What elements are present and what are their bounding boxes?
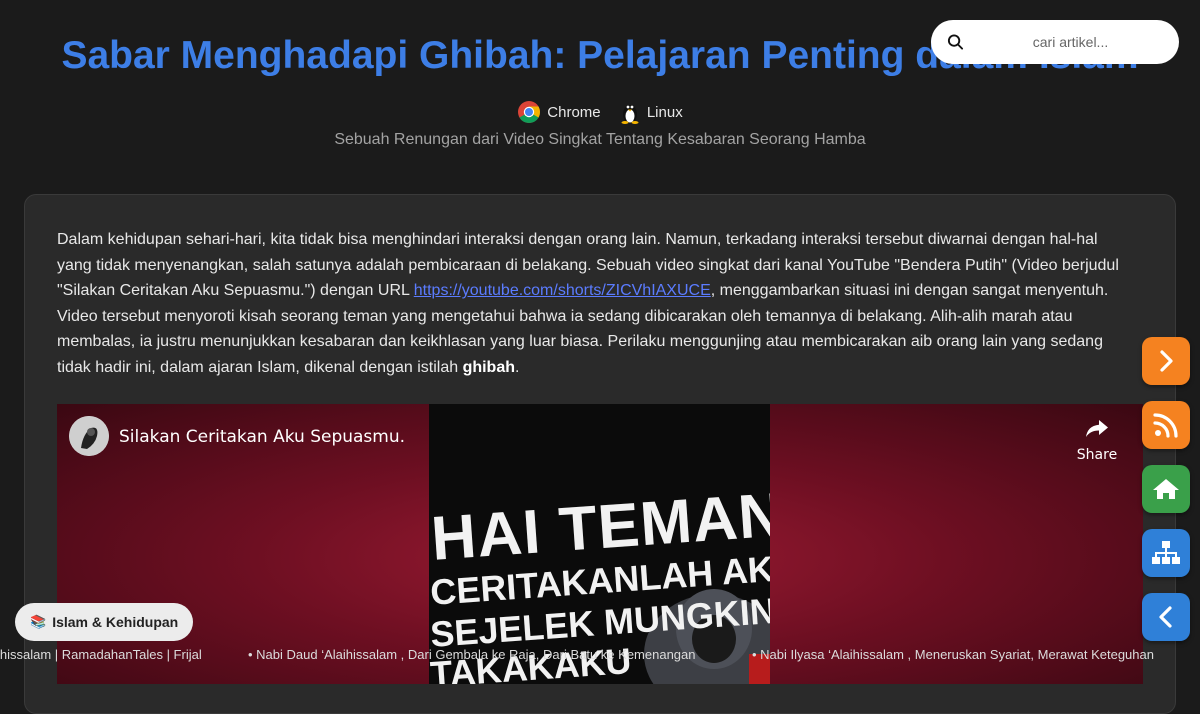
chrome-icon xyxy=(518,101,541,123)
youtube-link[interactable]: https://youtube.com/shorts/ZICVhIAXUCE xyxy=(414,282,711,299)
channel-avatar[interactable] xyxy=(69,416,109,456)
search-icon[interactable] xyxy=(947,33,964,51)
youtube-embed[interactable]: HAI TEMAN CERITAKANLAH AKU SEJELEK MUNGK… xyxy=(57,404,1143,684)
intro-bold-term: ghibah xyxy=(462,358,515,376)
news-ticker: ihissalam | RamadahanTales | Frijal • Na… xyxy=(0,646,1200,664)
search-box[interactable] xyxy=(931,20,1179,64)
page-subtitle: Sebuah Renungan dari Video Singkat Tenta… xyxy=(334,131,866,148)
search-input[interactable] xyxy=(978,33,1163,51)
env-chrome-label: Chrome xyxy=(547,103,601,121)
env-linux: Linux xyxy=(619,100,683,124)
intro-paragraph: Dalam kehidupan sehari-hari, kita tidak … xyxy=(57,227,1127,381)
video-thumbnail[interactable]: HAI TEMAN CERITAKANLAH AKU SEJELEK MUNGK… xyxy=(429,404,770,684)
rss-icon xyxy=(1153,413,1178,438)
category-label: Islam & Kehidupan xyxy=(52,614,179,630)
env-chrome: Chrome xyxy=(517,100,601,124)
channel-avatar-image xyxy=(69,416,109,456)
share-button[interactable]: Share xyxy=(1071,418,1123,463)
sitemap-button[interactable] xyxy=(1142,529,1190,577)
chevron-right-icon xyxy=(1160,350,1173,372)
ticker-item[interactable]: • Nabi Ilyasa ‘Alaihissalam , Meneruskan… xyxy=(752,647,1154,662)
ticker-item[interactable]: • Nabi Daud ‘Alaihissalam , Dari Gembala… xyxy=(248,647,696,662)
rss-button[interactable] xyxy=(1142,401,1190,449)
video-title[interactable]: Silakan Ceritakan Aku Sepuasmu. xyxy=(119,427,405,447)
next-button[interactable] xyxy=(1142,337,1190,385)
share-label: Share xyxy=(1076,447,1118,463)
intro-text-3: . xyxy=(515,358,520,376)
books-icon: 📚 xyxy=(30,614,47,629)
linux-tux-icon xyxy=(621,105,639,124)
chevron-left-icon xyxy=(1159,606,1172,628)
share-icon xyxy=(1086,420,1108,437)
category-badge[interactable]: 📚 Islam & Kehidupan xyxy=(15,603,194,641)
home-icon xyxy=(1153,479,1179,499)
sitemap-icon xyxy=(1152,541,1180,564)
home-button[interactable] xyxy=(1142,465,1190,513)
prev-button[interactable] xyxy=(1142,593,1190,641)
env-linux-label: Linux xyxy=(646,103,683,121)
environment-info: Chrome Linux xyxy=(0,100,1200,124)
ticker-item[interactable]: ihissalam | RamadahanTales | Frijal xyxy=(0,647,202,662)
